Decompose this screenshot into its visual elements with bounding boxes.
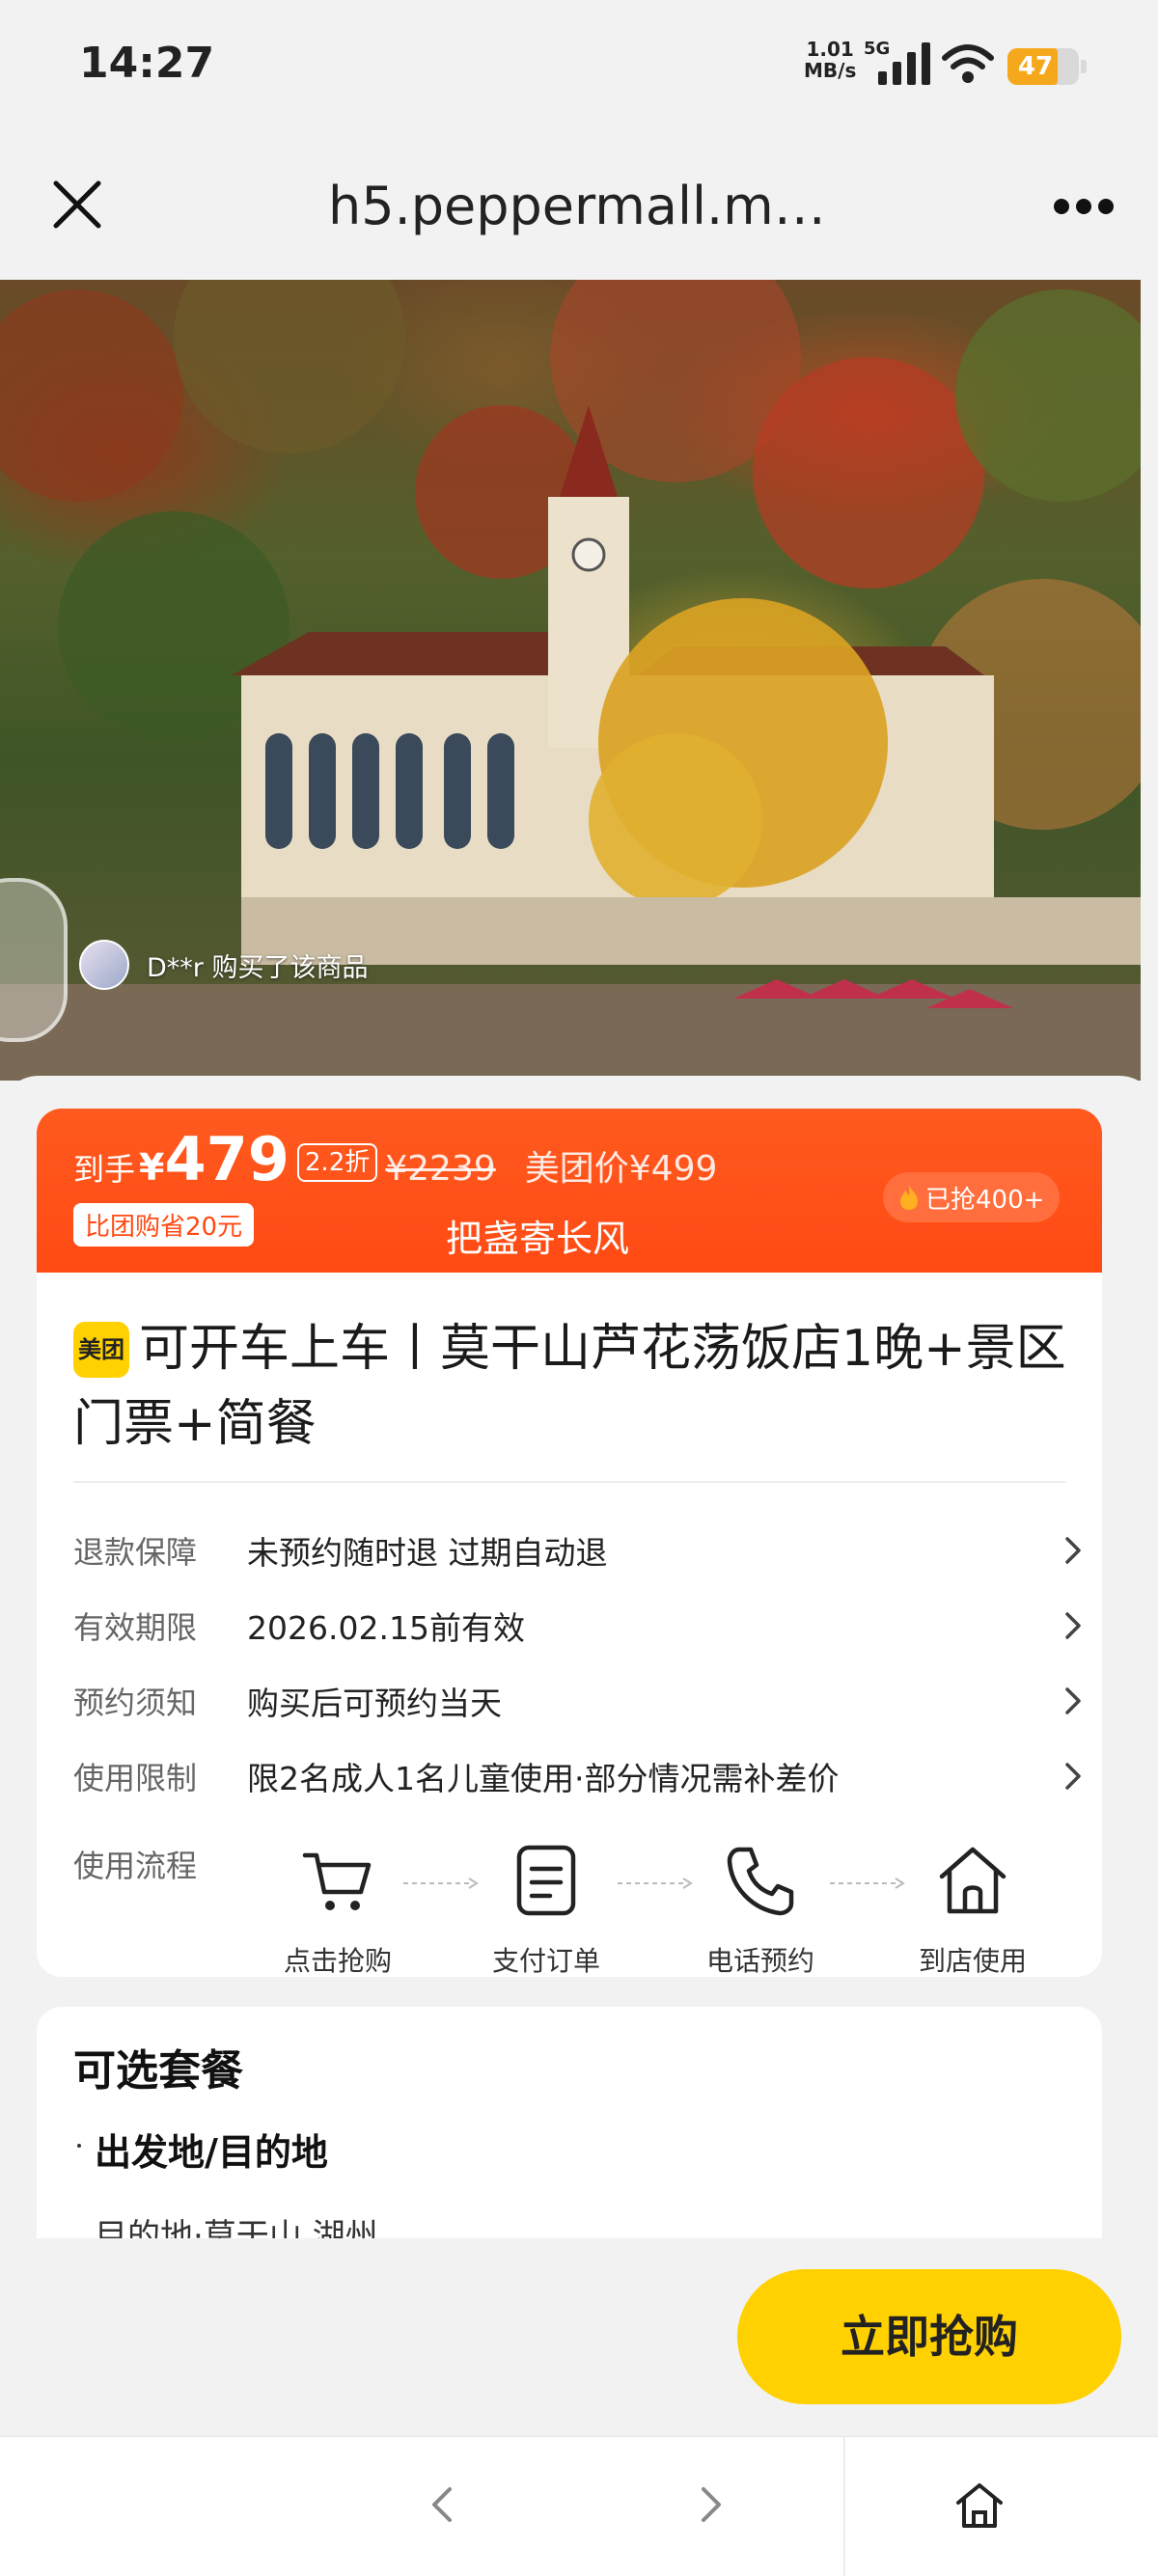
browser-header: h5.peppermall.m… [0, 135, 1158, 280]
info-row-booking[interactable]: 预约须知 购买后可预约当天 [73, 1672, 1102, 1730]
status-time: 14:27 [79, 39, 215, 88]
flame-icon [900, 1185, 918, 1210]
gallery-side-thumb[interactable] [0, 878, 68, 1042]
slogan: 把盏寄长风 [446, 1218, 630, 1260]
flow-step-label: 点击抢购 [283, 1945, 392, 1977]
arrow-right-icon [403, 1877, 479, 1889]
info-key: 预约须知 [73, 1685, 198, 1721]
net-speed-unit: MB/s [804, 59, 857, 82]
save-badge: 比团购省20元 [73, 1203, 255, 1247]
sold-count-badge: 已抢400+ [883, 1172, 1061, 1222]
info-key: 使用限制 [73, 1760, 198, 1796]
flow-step-label: 支付订单 [491, 1945, 600, 1977]
final-price: 479 [164, 1124, 290, 1194]
flow-step-label: 到店使用 [918, 1945, 1027, 1977]
recent-buyer-notice: D**r 购买了该商品 [79, 936, 368, 994]
wifi-icon [942, 44, 994, 83]
battery-icon: 47 [1007, 48, 1087, 85]
discount-badge: 2.2折 [296, 1143, 378, 1182]
network-speed: 1.01 MB/s 5G [804, 38, 890, 82]
buy-now-button[interactable]: 立即抢购 [737, 2269, 1121, 2404]
status-bar: 14:27 1.01 MB/s 5G 47 [0, 0, 1158, 135]
chevron-right-icon [1065, 1687, 1081, 1714]
sold-count: 已抢400+ [925, 1185, 1045, 1215]
close-icon[interactable] [46, 174, 108, 235]
info-row-refund[interactable]: 退款保障 未预约随时退 过期自动退 [73, 1521, 1102, 1579]
battery-level: 47 [1017, 52, 1054, 81]
document-icon [516, 1845, 576, 1916]
phone-icon [727, 1847, 794, 1916]
flow-step-call: 电话预约 [693, 1842, 828, 1977]
main-content: 到手 ¥ 479 2.2折 ¥2239 美团价¥499 比团购省20元 把盏寄长… [0, 1076, 1158, 2238]
divider [843, 2437, 845, 2576]
back-icon[interactable] [415, 2476, 473, 2534]
divider [73, 1481, 1065, 1483]
package-destination[interactable]: 目的地·莫干山 湖州 [95, 2209, 378, 2238]
final-price-label: 到手 [73, 1151, 136, 1188]
original-price: ¥2239 [385, 1149, 496, 1189]
arrow-right-icon [830, 1877, 905, 1889]
currency-symbol: ¥ [139, 1146, 165, 1189]
product-title-text: 可开车上车丨莫干山芦花荡饭店1晚+景区门票+简餐 [73, 1320, 1066, 1453]
meituan-price: 美团价¥499 [524, 1149, 718, 1189]
usage-flow-label: 使用流程 [73, 1848, 198, 1884]
home-icon[interactable] [951, 2476, 1008, 2534]
cart-icon [302, 1852, 372, 1910]
chevron-right-icon [1065, 1763, 1081, 1790]
info-key: 退款保障 [73, 1534, 198, 1571]
home-icon [939, 1847, 1006, 1914]
package-card: 可选套餐 出发地/目的地 目的地·莫干山 湖州 [37, 2007, 1102, 2238]
price-row: 到手 ¥ 479 2.2折 ¥2239 美团价¥499 [73, 1126, 717, 1193]
meituan-badge: 美团 [73, 1322, 129, 1378]
info-row-limits[interactable]: 使用限制 限2名成人1名儿童使用·部分情况需补差价 [73, 1747, 1102, 1805]
flow-step-pay: 支付订单 [479, 1842, 614, 1977]
package-subheading[interactable]: 出发地/目的地 [77, 2123, 328, 2176]
chevron-right-icon [1065, 1537, 1081, 1564]
signal-icon [878, 42, 930, 85]
buy-bar: 立即抢购 [0, 2238, 1158, 2436]
info-value: 购买后可预约当天 [247, 1685, 502, 1722]
chevron-right-icon [1065, 1612, 1081, 1639]
info-key: 有效期限 [73, 1609, 198, 1646]
package-heading: 可选套餐 [73, 2046, 243, 2096]
info-value: 未预约随时退 过期自动退 [247, 1534, 608, 1572]
info-value: 限2名成人1名儿童使用·部分情况需补差价 [247, 1760, 840, 1797]
more-icon[interactable] [1050, 187, 1117, 226]
price-band: 到手 ¥ 479 2.2折 ¥2239 美团价¥499 比团购省20元 把盏寄长… [37, 1109, 1102, 1273]
browser-nav-bar [0, 2436, 1158, 2576]
product-card: 到手 ¥ 479 2.2折 ¥2239 美团价¥499 比团购省20元 把盏寄长… [37, 1109, 1102, 1977]
flow-step-visit: 到店使用 [905, 1842, 1040, 1977]
page-url: h5.peppermall.m… [328, 176, 826, 236]
flow-step-label: 电话预约 [705, 1945, 814, 1977]
buyer-notice-text: D**r 购买了该商品 [147, 952, 369, 983]
forward-icon[interactable] [680, 2476, 738, 2534]
flow-step-buy: 点击抢购 [270, 1842, 405, 1977]
hero-image[interactable]: D**r 购买了该商品 [0, 280, 1141, 1081]
info-value: 2026.02.15前有效 [247, 1609, 525, 1647]
avatar [79, 940, 129, 990]
info-row-validity[interactable]: 有效期限 2026.02.15前有效 [73, 1597, 1102, 1655]
product-title: 美团 可开车上车丨莫干山芦花荡饭店1晚+景区门票+简餐 [73, 1311, 1077, 1462]
net-speed-value: 1.01 [806, 38, 854, 61]
arrow-right-icon [618, 1877, 693, 1889]
